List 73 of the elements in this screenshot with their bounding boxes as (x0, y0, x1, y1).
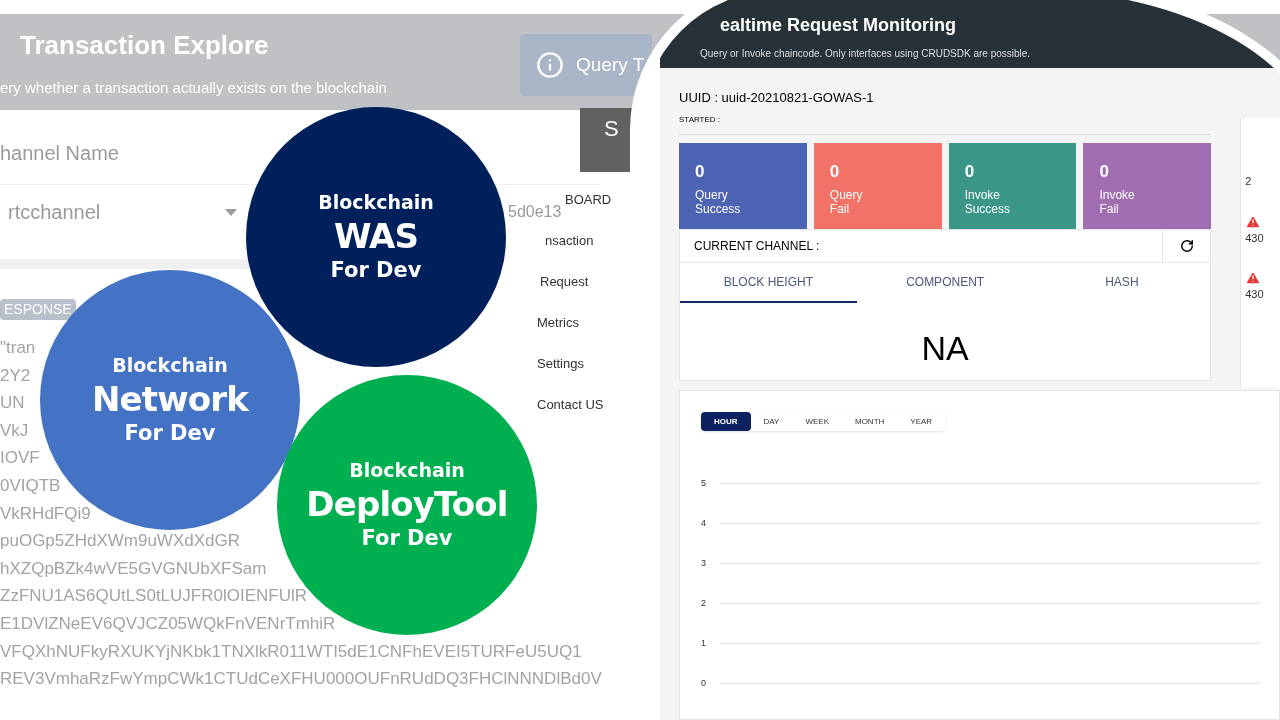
axis-label: 0 (701, 678, 707, 688)
tab[interactable]: COMPONENT (856, 262, 1034, 303)
menu-item[interactable]: nsaction (545, 231, 594, 251)
stat-label: Success (964, 202, 1011, 216)
circle-label: Blockchain (112, 353, 228, 378)
response-text: VkRHdFQi9 (0, 502, 91, 525)
response-text: "tran (0, 337, 36, 359)
stat-label: Invoke (964, 188, 1001, 202)
stat-value: 0 (829, 160, 841, 183)
alert-text: 430 (1245, 230, 1264, 246)
axis-label: 1 (701, 638, 707, 648)
info-icon (536, 51, 564, 79)
response-text: VFQXhNUFkyRXUKYjNKbk1TNXlkR011WTI5dE1CNFhEVEI5TURFeU5UQ1 (0, 640, 582, 663)
stat-label: Invoke (1099, 188, 1136, 202)
circle-title: WAS (333, 214, 419, 257)
caret-icon (225, 208, 237, 216)
stat-value: 0 (964, 160, 976, 183)
circle-label: Blockchain (349, 458, 465, 483)
stat-value: 0 (1099, 160, 1110, 183)
uuid-text: UUID : uuid-20210821-GOWAS-1 (679, 89, 875, 107)
tab[interactable]: HASH (1033, 262, 1211, 303)
stat-label: Success (695, 202, 742, 216)
started-text: STARTED : (679, 113, 1212, 135)
stat-label: Fail (1099, 202, 1120, 216)
response-text: IOVF (0, 447, 40, 470)
period-button[interactable]: MONTH (842, 412, 898, 431)
current-channel-label: CURRENT CHANNEL : (693, 237, 821, 255)
response-text: REV3VmhaRzFwYmpCWk1CTUdCeXFHU000OUFnRUdDQ3FHClNNNDlBd0V (0, 668, 602, 691)
warning-icon (1245, 213, 1262, 230)
response-text: ZzFNU1AS6QUtLS0tLUJFR0lOIENFUlR (0, 585, 307, 608)
axis-label: 2 (701, 598, 707, 608)
transaction-id: 5d0e13 (508, 202, 562, 222)
field-label: hannel Name (0, 141, 119, 166)
response-text: 0VIQTB (0, 474, 61, 497)
circle-label: For Dev (330, 257, 422, 284)
response-text: UN (0, 392, 25, 415)
stat-label: Fail (829, 202, 851, 216)
monitor-title: ealtime Request Monitoring (720, 14, 958, 37)
period-button[interactable]: WEEK (792, 412, 842, 431)
period-button[interactable]: HOUR (701, 412, 751, 431)
response-text: hXZQpBZk4wVE5GVGNUbXFSam (0, 557, 267, 580)
circle-title: DeployTool (306, 482, 508, 525)
stat-label: Query (829, 188, 864, 202)
menu-item[interactable]: Request (540, 272, 589, 292)
response-text: puOGp5ZHdXWm9uWXdXdGR (0, 530, 240, 553)
period-button[interactable]: YEAR (897, 412, 946, 431)
circle-label: For Dev (361, 525, 453, 552)
side-panel-text: 2 (1245, 174, 1253, 189)
response-badge: ESPONSE (0, 299, 76, 320)
alert-text: 430 (1245, 287, 1264, 302)
menu-item[interactable]: BOARD (565, 190, 612, 210)
menu-item[interactable]: Contact US (537, 395, 604, 415)
page-subtitle: ery whether a transaction actually exists on the blockchain (0, 78, 388, 98)
monitor-subtitle: Query or Invoke chaincode. Only interfaces using CRUDSDK are possible. (700, 47, 1032, 61)
menu-item[interactable]: Metrics (537, 313, 579, 333)
period-button[interactable]: DAY (750, 412, 793, 431)
axis-label: 3 (701, 558, 707, 568)
response-text: VkJ (0, 419, 29, 442)
block-height-value: NA (920, 327, 970, 369)
stat-value: 0 (695, 160, 706, 183)
axis-label: 5 (701, 478, 707, 488)
stat-label: Query (695, 188, 729, 202)
response-text: E1DVlZNeEV6QVJCZ05WQkFnVENrTmhiR (0, 612, 336, 635)
menu-item[interactable]: Settings (537, 354, 584, 374)
refresh-icon (1179, 238, 1194, 253)
warning-icon (1245, 270, 1262, 286)
circle-label: Blockchain (318, 190, 434, 215)
page-title: Transaction Explore (20, 29, 270, 62)
circle-label: For Dev (124, 420, 216, 447)
response-text: 2Y2 (0, 364, 31, 387)
axis-label: 4 (701, 518, 707, 528)
circle-title: Network (92, 377, 248, 420)
tab[interactable]: BLOCK HEIGHT (680, 262, 857, 303)
